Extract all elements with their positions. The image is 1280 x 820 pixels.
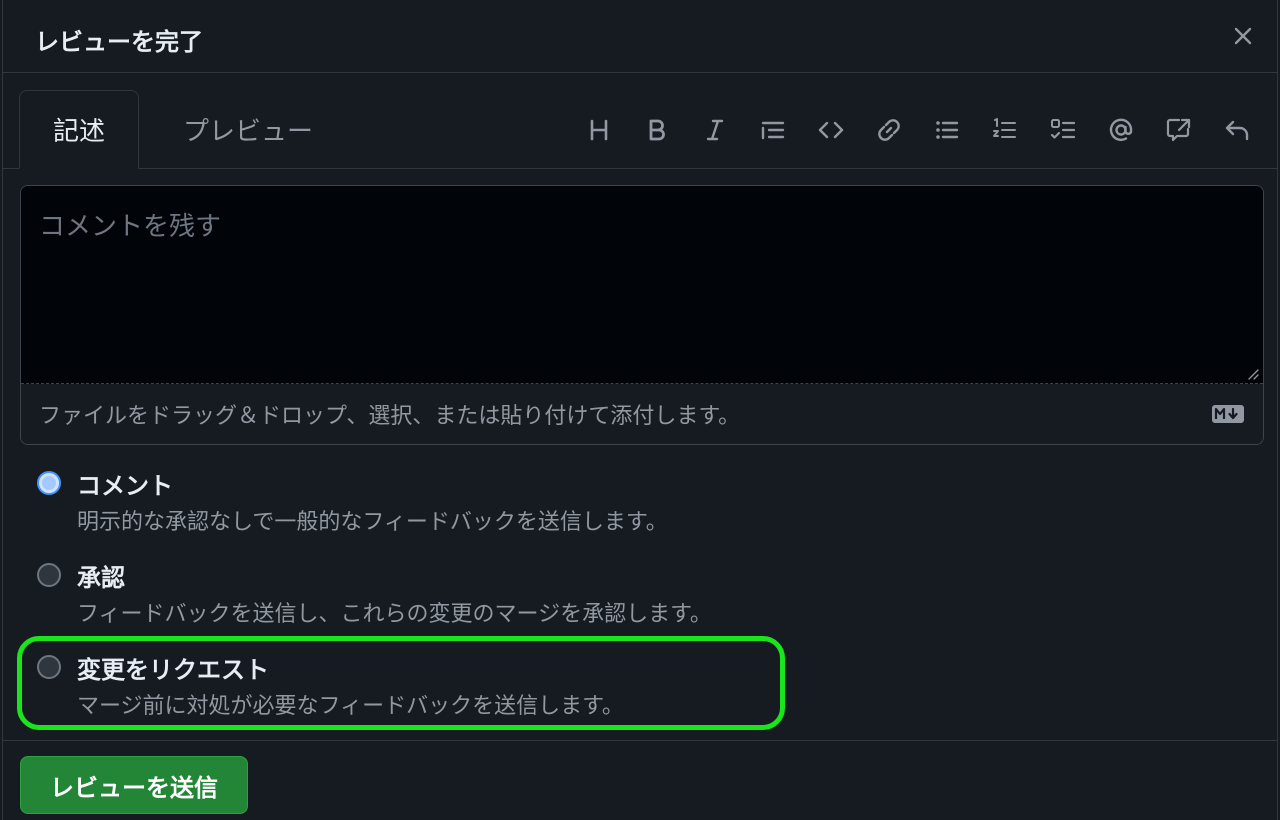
- option-title: 承認: [77, 564, 125, 592]
- editor-tabbar: 記述 プレビュー: [3, 72, 1277, 169]
- close-icon: [1234, 27, 1252, 45]
- undo-icon: [1225, 120, 1249, 141]
- attach-files-text: ファイルをドラッグ＆ドロップ、選択、または貼り付けて添付します。: [39, 404, 741, 429]
- numbered-list-icon: [993, 118, 1016, 138]
- bulleted-list-button[interactable]: [927, 110, 967, 150]
- link-button[interactable]: [869, 110, 909, 150]
- option-description: 明示的な承認なしで一般的なフィードバックを送信します。: [77, 510, 668, 535]
- heading-button[interactable]: [579, 110, 619, 150]
- option-title: 変更をリクエスト: [77, 656, 269, 684]
- link-icon: [878, 119, 900, 141]
- quote-icon: [761, 121, 785, 140]
- task-list-button[interactable]: [1043, 110, 1083, 150]
- footer-divider: [3, 740, 1277, 741]
- bulleted-list-icon: [936, 121, 959, 139]
- close-button[interactable]: [1227, 20, 1259, 52]
- code-icon: [818, 121, 844, 139]
- mention-icon: [1109, 118, 1133, 142]
- option-description: フィードバックを送信し、これらの変更のマージを承認します。: [77, 602, 712, 627]
- comment-editor: ファイルをドラッグ＆ドロップ、選択、または貼り付けて添付します。: [20, 185, 1264, 445]
- mention-button[interactable]: [1101, 110, 1141, 150]
- radio-comment[interactable]: [37, 471, 61, 495]
- markdown-toolbar: [561, 110, 1257, 150]
- tab-preview[interactable]: プレビュー: [153, 90, 343, 168]
- bold-icon: [649, 119, 665, 141]
- tab-write[interactable]: 記述: [19, 90, 139, 169]
- review-dialog: レビューを完了 記述 プレビュー コメントを残す ファイルをドラッグ＆ドロップ、…: [2, 0, 1278, 820]
- attach-files-bar[interactable]: ファイルをドラッグ＆ドロップ、選択、または貼り付けて添付します。: [21, 384, 1263, 444]
- bold-button[interactable]: [637, 110, 677, 150]
- submit-review-button[interactable]: レビューを送信: [20, 756, 248, 814]
- italic-icon: [706, 119, 724, 141]
- comment-input[interactable]: [21, 186, 1263, 384]
- reference-button[interactable]: [1159, 110, 1199, 150]
- markdown-icon[interactable]: [1211, 404, 1245, 424]
- option-title: コメント: [77, 472, 173, 500]
- code-button[interactable]: [811, 110, 851, 150]
- dialog-header: レビューを完了: [3, 0, 1277, 73]
- option-description: マージ前に対処が必要なフィードバックを送信します。: [77, 694, 624, 719]
- task-list-icon: [1050, 119, 1076, 139]
- heading-icon: [590, 119, 608, 141]
- radio-request-changes[interactable]: [37, 655, 61, 679]
- undo-button[interactable]: [1217, 110, 1257, 150]
- dialog-title: レビューを完了: [35, 28, 203, 56]
- italic-button[interactable]: [695, 110, 735, 150]
- resize-grip-icon[interactable]: [1247, 368, 1259, 380]
- numbered-list-button[interactable]: [985, 110, 1025, 150]
- quote-button[interactable]: [753, 110, 793, 150]
- reference-icon: [1166, 118, 1191, 142]
- radio-approve[interactable]: [37, 563, 61, 587]
